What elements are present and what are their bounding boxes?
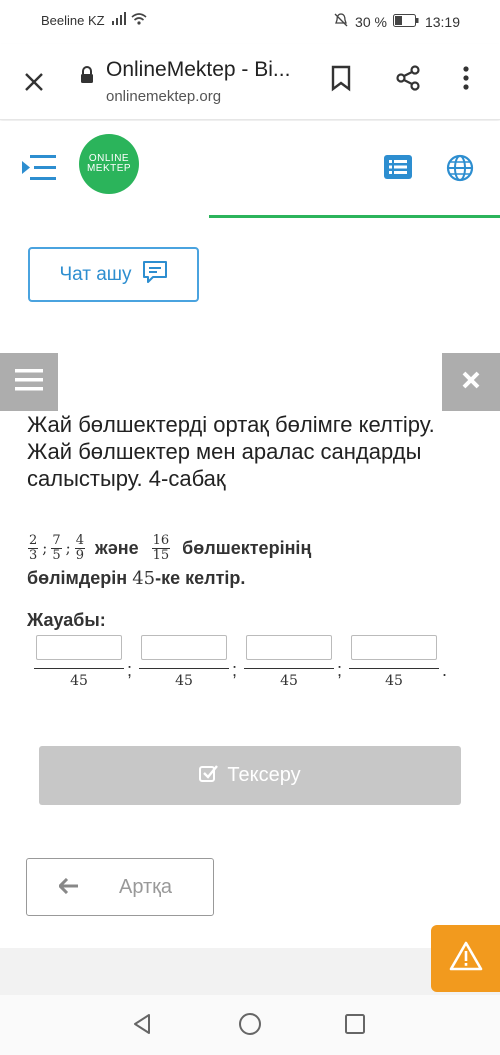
target-denominator: 45 xyxy=(132,568,156,589)
answer-input-4[interactable] xyxy=(351,635,437,660)
nav-back-icon[interactable] xyxy=(131,1013,153,1040)
check-button[interactable]: Тексеру xyxy=(39,746,461,805)
online-mektep-logo[interactable]: ONLINE MEKTEP xyxy=(79,134,139,194)
mute-icon xyxy=(333,12,349,31)
fraction-4: 16 15 xyxy=(151,532,171,563)
and-word: және xyxy=(94,537,139,558)
more-options-icon[interactable] xyxy=(456,64,476,97)
hamburger-icon xyxy=(15,368,43,396)
task-text-1: бөлшектерінің xyxy=(182,537,312,558)
answer-input-3[interactable] xyxy=(246,635,332,660)
answer-input-2[interactable] xyxy=(141,635,227,660)
system-navigation-bar xyxy=(0,995,500,1055)
task-statement: 23 ; 75 ; 49 және 16 15 бөлшектерінің бөл… xyxy=(27,532,312,589)
status-bar: Beeline KZ 30 % 13:19 xyxy=(0,0,500,44)
url-text[interactable]: onlinemektep.org xyxy=(106,88,221,105)
answer-fraction-1: 45 xyxy=(34,635,124,689)
back-button[interactable]: Артқа xyxy=(26,858,214,916)
battery-percent: 30 % xyxy=(355,13,387,30)
answer-fraction-4: 45 xyxy=(349,635,439,689)
warning-icon xyxy=(449,941,483,976)
checkbox-icon xyxy=(199,764,219,788)
nav-recents-icon[interactable] xyxy=(345,1014,365,1039)
page-title: OnlineMektep - Bi... xyxy=(106,58,291,81)
clock: 13:19 xyxy=(424,13,460,30)
header-accent-line xyxy=(209,215,500,218)
close-icon xyxy=(461,370,481,395)
bookmark-icon[interactable] xyxy=(330,64,352,97)
collapse-menu-icon[interactable] xyxy=(20,153,58,188)
report-problem-button[interactable] xyxy=(431,925,500,992)
arrow-left-icon xyxy=(57,874,79,900)
open-chat-button[interactable]: Чат ашу xyxy=(28,247,199,302)
list-icon[interactable] xyxy=(384,155,412,184)
carrier-name: Beeline KZ xyxy=(41,13,105,28)
side-menu-button[interactable] xyxy=(0,353,58,411)
signal-wifi-icon xyxy=(112,12,148,31)
task-text-2: бөлімдерін xyxy=(27,568,128,588)
answer-input-1[interactable] xyxy=(36,635,122,660)
lock-icon xyxy=(80,66,94,89)
globe-icon[interactable] xyxy=(446,154,474,187)
site-header: ONLINE MEKTEP xyxy=(0,121,500,221)
battery-icon xyxy=(392,13,419,30)
answer-fraction-3: 45 xyxy=(244,635,334,689)
fraction-2: 75 xyxy=(51,532,62,563)
answer-fraction-2: 45 xyxy=(139,635,229,689)
fraction-1: 23 xyxy=(28,532,39,563)
fraction-3: 49 xyxy=(74,532,85,563)
task-text-3: -ке келтір. xyxy=(155,568,246,588)
browser-toolbar: OnlineMektep - Bi... onlinemektep.org xyxy=(0,44,500,120)
chat-icon xyxy=(142,260,168,290)
nav-home-icon[interactable] xyxy=(238,1012,262,1041)
share-icon[interactable] xyxy=(394,64,422,97)
lesson-title: Жай бөлшектерді ортақ бөлімге келтіру. Ж… xyxy=(27,412,435,491)
close-tab-icon[interactable] xyxy=(18,66,50,98)
side-close-button[interactable] xyxy=(442,353,500,411)
answer-label: Жауабы: xyxy=(27,610,106,630)
